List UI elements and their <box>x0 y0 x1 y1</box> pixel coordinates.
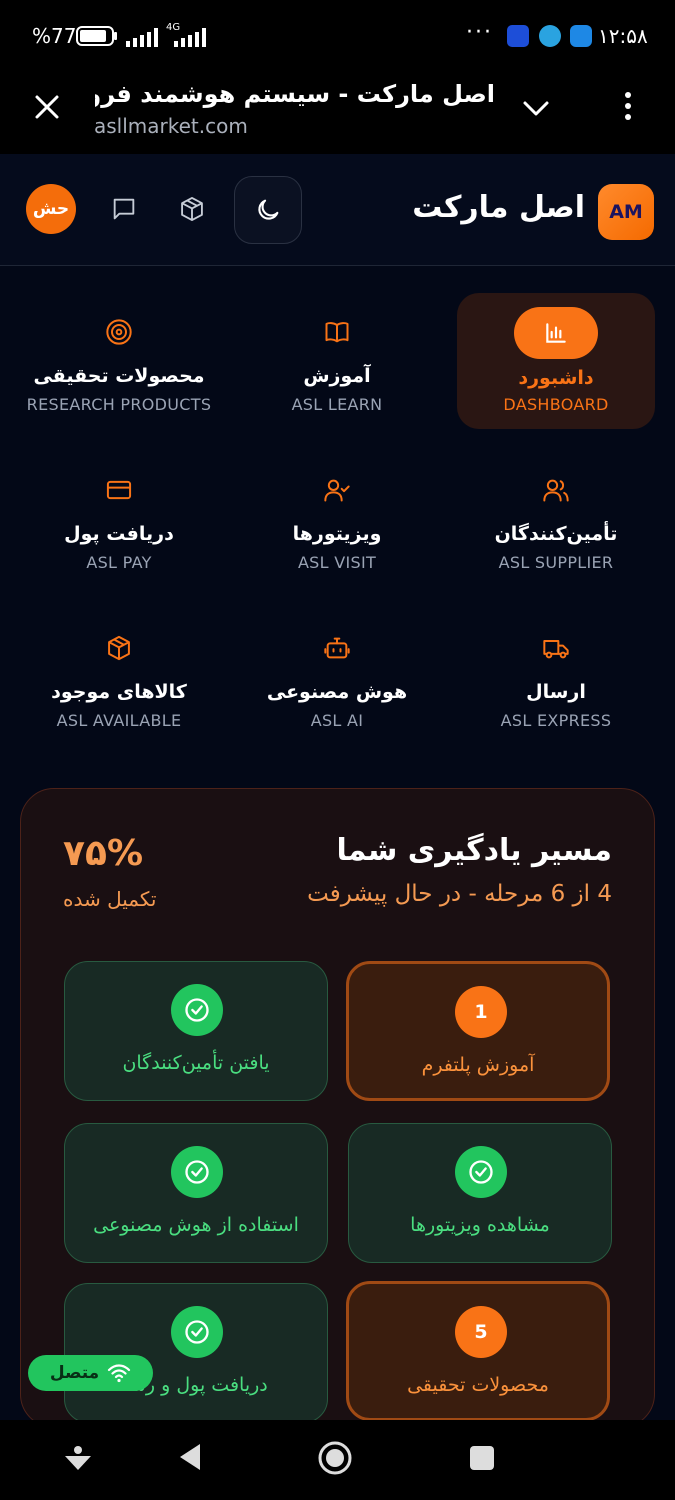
step-card[interactable]: 5 محصولات تحقیقی <box>346 1281 610 1421</box>
step-number: 1 <box>455 986 507 1038</box>
learning-path-card: مسیر یادگیری شما 4 از 6 مرحله - در حال پ… <box>20 788 655 1428</box>
app-notification-icon <box>507 25 529 47</box>
step-label: آموزش پلتفرم <box>421 1054 535 1076</box>
menu-item-sublabel: ASL AVAILABLE <box>56 711 182 730</box>
learning-title: مسیر یادگیری شما <box>336 833 612 868</box>
menu-item-label: کالاهای موجود <box>51 681 187 703</box>
menu-item-sublabel: ASL SUPPLIER <box>498 553 614 572</box>
users-icon <box>541 475 571 505</box>
chat-app-icon <box>570 25 592 47</box>
back-icon[interactable] <box>176 1442 204 1472</box>
browser-toolbar: اصل مارکت - سیستم هوشمند فروش asllmarket… <box>0 72 675 154</box>
connection-status-badge[interactable]: متصل <box>28 1355 153 1391</box>
bot-icon <box>322 633 352 663</box>
status-bar: %77 4G ··· ۱۲:۵۸ <box>0 0 675 72</box>
battery-icon <box>76 26 118 46</box>
check-circle-icon <box>171 1306 223 1358</box>
wifi-icon <box>108 1364 131 1383</box>
step-card[interactable]: 1 آموزش پلتفرم <box>346 961 610 1101</box>
progress-percent: ۷۵% <box>63 833 144 874</box>
step-card[interactable]: دریافت پول و رسا <box>64 1283 328 1423</box>
menu-item-label: محصولات تحقیقی <box>33 365 205 387</box>
menu-item-available[interactable]: کالاهای موجود ASL AVAILABLE <box>20 609 218 745</box>
menu-item-label: ویزیتورها <box>292 523 382 545</box>
step-number: 5 <box>455 1306 507 1358</box>
signal-icon-2 <box>168 27 208 47</box>
home-icon[interactable] <box>317 1440 353 1476</box>
learning-subtitle: 4 از 6 مرحله - در حال پیشرفت <box>307 881 612 907</box>
system-nav-bar <box>0 1420 675 1500</box>
menu-item-express[interactable]: ارسال ASL EXPRESS <box>457 609 655 745</box>
battery-percent: %77 <box>32 24 77 48</box>
chevron-down-icon[interactable] <box>520 94 552 122</box>
truck-icon <box>541 633 571 663</box>
step-card[interactable]: مشاهده ویزیتورها <box>348 1123 612 1263</box>
bar-chart-icon <box>514 307 598 359</box>
check-circle-icon <box>455 1146 507 1198</box>
recents-icon[interactable] <box>469 1445 495 1471</box>
check-circle-icon <box>171 1146 223 1198</box>
menu-item-research[interactable]: محصولات تحقیقی RESEARCH PRODUCTS <box>20 293 218 429</box>
more-notifications-dots: ··· <box>466 20 493 45</box>
package-icon[interactable] <box>177 194 207 224</box>
menu-item-ai[interactable]: هوش مصنوعی ASL AI <box>238 609 436 745</box>
menu-item-pay[interactable]: دریافت پول ASL PAY <box>20 451 218 587</box>
step-label: مشاهده ویزیتورها <box>410 1214 550 1236</box>
theme-toggle-button[interactable] <box>234 176 302 244</box>
book-icon <box>322 317 352 347</box>
menu-item-visit[interactable]: ویزیتورها ASL VISIT <box>238 451 436 587</box>
moon-icon <box>258 199 279 220</box>
page-url[interactable]: asllmarket.com <box>94 114 248 138</box>
target-icon <box>104 317 134 347</box>
menu-item-label: داشبورد <box>518 367 594 389</box>
menu-item-supplier[interactable]: تأمین‌کنندگان ASL SUPPLIER <box>457 451 655 587</box>
clock: ۱۲:۵۸ <box>598 24 648 48</box>
credit-card-icon <box>104 475 134 505</box>
menu-item-label: ارسال <box>526 681 586 703</box>
step-card[interactable]: استفاده از هوش مصنوعی <box>64 1123 328 1263</box>
signal-icon <box>126 27 160 47</box>
user-check-icon <box>322 475 352 505</box>
check-circle-icon <box>171 984 223 1036</box>
step-label: استفاده از هوش مصنوعی <box>93 1214 299 1236</box>
connection-label: متصل <box>49 1363 100 1383</box>
page-title: اصل مارکت - سیستم هوشمند فروش <box>95 80 495 108</box>
app-header: AM اصل مارکت حش <box>0 154 675 266</box>
menu-item-label: آموزش <box>303 365 371 387</box>
menu-item-sublabel: ASL AI <box>310 711 364 730</box>
logo-icon[interactable]: AM <box>598 184 654 240</box>
step-label: محصولات تحقیقی <box>407 1374 549 1396</box>
menu-item-sublabel: ASL EXPRESS <box>500 711 612 730</box>
menu-item-sublabel: RESEARCH PRODUCTS <box>26 395 212 414</box>
progress-label: تکمیل شده <box>63 887 157 911</box>
assistant-icon[interactable] <box>62 1442 94 1474</box>
package-icon <box>104 633 134 663</box>
message-icon[interactable] <box>109 194 139 224</box>
close-icon[interactable] <box>32 92 62 122</box>
menu-item-sublabel: ASL PAY <box>86 553 152 572</box>
telegram-icon <box>539 25 561 47</box>
menu-item-sublabel: ASL VISIT <box>297 553 377 572</box>
menu-item-label: دریافت پول <box>64 523 174 545</box>
step-label: یافتن تأمین‌کنندگان <box>122 1052 270 1074</box>
app-title: اصل مارکت <box>412 190 585 225</box>
menu-item-learn[interactable]: آموزش ASL LEARN <box>238 293 436 429</box>
menu-dots-icon[interactable] <box>620 90 636 124</box>
step-card[interactable]: یافتن تأمین‌کنندگان <box>64 961 328 1101</box>
menu-item-sublabel: ASL LEARN <box>291 395 383 414</box>
avatar[interactable]: حش <box>26 184 76 234</box>
menu-item-label: تأمین‌کنندگان <box>494 523 618 545</box>
menu-item-dashboard[interactable]: داشبورد DASHBOARD <box>457 293 655 429</box>
menu-item-label: هوش مصنوعی <box>266 681 408 703</box>
menu-item-sublabel: DASHBOARD <box>503 395 609 414</box>
